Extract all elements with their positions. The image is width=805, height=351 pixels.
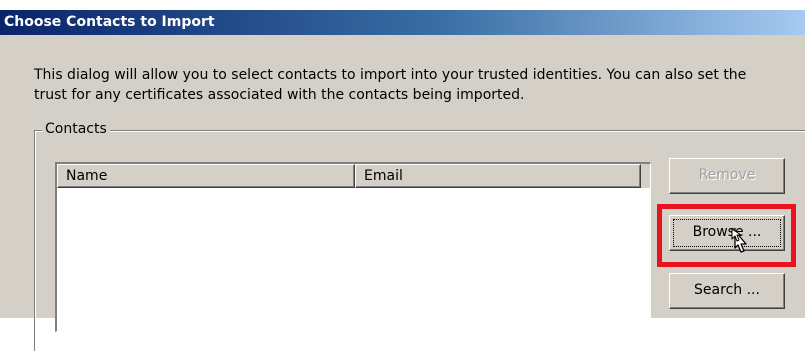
remove-button[interactable]: Remove [669,158,785,194]
mouse-pointer-icon [731,228,747,253]
contacts-list[interactable]: Name Email [55,162,651,332]
window-top-edge [0,0,805,10]
column-header-name[interactable]: Name [57,164,355,188]
contacts-group-label: Contacts [42,121,110,137]
column-header-email[interactable]: Email [355,164,641,188]
list-header: Name Email [57,164,650,188]
dialog-title-bar[interactable]: Choose Contacts to Import [0,10,805,35]
dialog-title: Choose Contacts to Import [4,14,215,30]
browse-highlight-box [657,204,796,267]
dialog-description: This dialog will allow you to select con… [34,67,747,103]
list-body[interactable] [57,188,650,331]
search-button[interactable]: Search ... [669,273,785,309]
